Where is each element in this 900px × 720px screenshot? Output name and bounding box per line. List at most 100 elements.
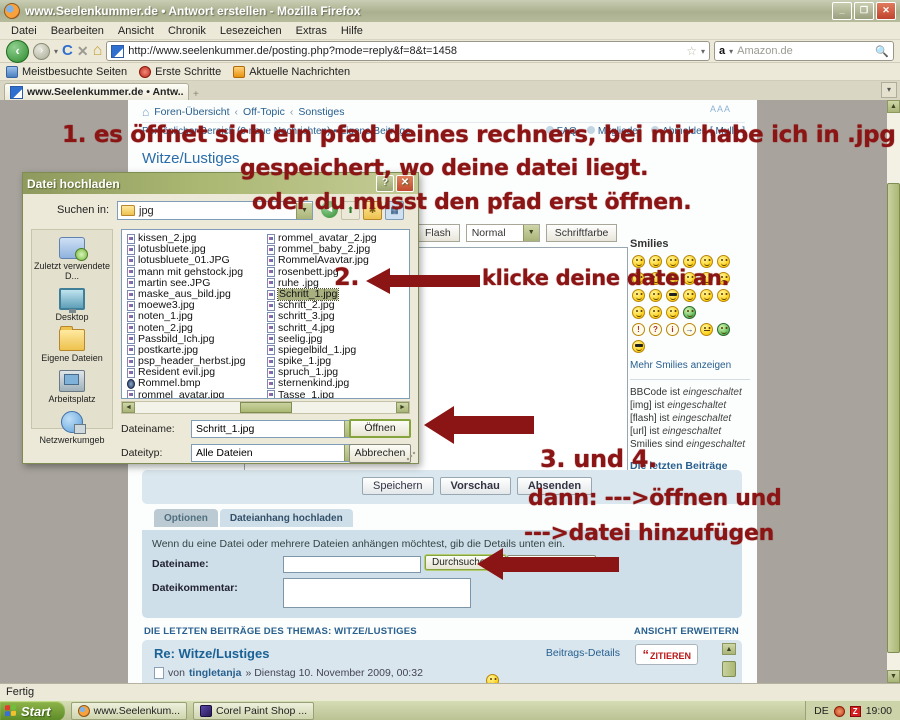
breadcrumb-link-foren-übersicht[interactable]: Foren-Übersicht [154, 106, 229, 118]
smiley-icon[interactable] [666, 306, 679, 319]
font-size-widget[interactable]: AAA [710, 104, 731, 114]
font-color-button[interactable]: Schriftfarbe [546, 224, 618, 242]
tab-seelenkummer[interactable]: www.Seelenkummer.de • Antw... [4, 83, 189, 100]
smiley-icon[interactable] [717, 289, 730, 302]
forward-button[interactable]: › [33, 43, 50, 60]
places-item-netzwerkumgeb[interactable]: Netzwerkumgeb [32, 411, 112, 445]
menu-item-hilfe[interactable]: Hilfe [334, 23, 370, 39]
file-item[interactable]: rommel_avatar.jpg [127, 390, 267, 399]
stop-button[interactable]: ✕ [77, 43, 89, 60]
url-text[interactable]: http://www.seelenkummer.de/posting.php?m… [128, 45, 682, 57]
smiley-icon[interactable] [683, 306, 696, 319]
post-details-link[interactable]: Beitrags-Details [546, 647, 620, 659]
taskbar-task-www-seelenkum[interactable]: www.Seelenkum... [71, 702, 187, 720]
resize-grip[interactable] [406, 451, 416, 461]
tab-options[interactable]: Optionen [154, 509, 218, 527]
scroll-right-icon[interactable]: ► [396, 402, 409, 413]
scrollbar-thumb[interactable] [240, 402, 292, 413]
smiley-icon[interactable] [683, 289, 696, 302]
scroll-up-icon[interactable]: ▲ [887, 100, 900, 113]
file-item[interactable]: lotusbluete_01.JPG [127, 255, 267, 266]
search-icon[interactable]: 🔍 [875, 45, 889, 58]
restore-button[interactable]: ❐ [854, 2, 874, 20]
language-indicator[interactable]: DE [814, 705, 829, 717]
bookmark-aktuelle-nachrichten[interactable]: Aktuelle Nachrichten [233, 66, 350, 78]
smiley-icon[interactable] [632, 306, 645, 319]
scrollbar-thumb[interactable] [722, 661, 736, 677]
search-placeholder[interactable]: Amazon.de [737, 45, 871, 57]
expand-view-link[interactable]: ANSICHT ERWEITERN [634, 626, 739, 637]
file-list[interactable]: kissen_2.jpglotusbluete.jpglotusbluete_0… [121, 229, 410, 399]
smiley-icon[interactable] [632, 340, 645, 353]
smiley-icon[interactable] [666, 289, 679, 302]
file-item[interactable]: Rommel.bmp [127, 378, 267, 389]
places-item-desktop[interactable]: Desktop [32, 288, 112, 322]
menu-item-bearbeiten[interactable]: Bearbeiten [44, 23, 111, 39]
topic-review-scrollbar[interactable]: ▲ [722, 643, 736, 677]
file-item[interactable]: schritt_4.jpg [267, 323, 407, 334]
places-item-zuletzt-verwendete-d[interactable]: Zuletzt verwendete D... [32, 237, 112, 281]
bookmark-meistbesuchte-seiten[interactable]: Meistbesuchte Seiten [6, 66, 127, 78]
places-item-arbeitsplatz[interactable]: Arbeitsplatz [32, 370, 112, 404]
flash-button[interactable]: Flash [416, 224, 460, 242]
smiley-icon[interactable] [649, 289, 662, 302]
file-item[interactable]: noten_1.jpg [127, 311, 267, 322]
menu-item-chronik[interactable]: Chronik [161, 23, 213, 39]
scroll-up-icon[interactable]: ▲ [722, 643, 736, 655]
post-title-link[interactable]: Re: Witze/Lustiges [154, 646, 269, 661]
smiley-icon[interactable] [700, 289, 713, 302]
file-item[interactable]: noten_2.jpg [127, 323, 267, 334]
scrollbar-thumb[interactable] [887, 183, 900, 653]
smiley-icon[interactable] [632, 289, 645, 302]
file-item[interactable]: Tasse_1.jpg [267, 390, 407, 399]
more-smilies-link[interactable]: Mehr Smilies anzeigen [630, 360, 750, 371]
reload-button[interactable]: C [62, 41, 73, 61]
minimize-button[interactable]: _ [832, 2, 852, 20]
smiley-icon[interactable]: ! [632, 323, 645, 336]
back-button[interactable]: ‹ [6, 40, 29, 63]
search-bar[interactable]: a ▾ Amazon.de 🔍 [714, 41, 894, 61]
close-button[interactable]: ✕ [876, 2, 896, 20]
url-bar[interactable]: http://www.seelenkummer.de/posting.php?m… [106, 41, 710, 61]
bookmark-star-icon[interactable]: ☆ [686, 44, 697, 58]
tab-attachment-upload[interactable]: Dateianhang hochladen [220, 509, 353, 527]
smiley-icon[interactable]: i [666, 323, 679, 336]
file-item[interactable]: sternenkind.jpg [267, 378, 407, 389]
smiley-icon[interactable]: ? [649, 323, 662, 336]
history-dropdown-icon[interactable]: ▾ [54, 47, 58, 56]
filename-input[interactable] [283, 556, 421, 573]
quote-button[interactable]: ZITIEREN [635, 644, 698, 665]
url-dropdown-icon[interactable]: ▾ [701, 47, 705, 56]
places-item-eigene-dateien[interactable]: Eigene Dateien [32, 329, 112, 363]
breadcrumb-link-sonstiges[interactable]: Sonstiges [298, 106, 344, 118]
menu-item-datei[interactable]: Datei [4, 23, 44, 39]
menu-item-ansicht[interactable]: Ansicht [111, 23, 161, 39]
breadcrumb-link-off-topic[interactable]: Off-Topic [243, 106, 285, 118]
search-engine-icon[interactable]: a [719, 45, 725, 57]
chevron-down-icon[interactable]: ▼ [523, 225, 539, 241]
bookmark-erste-schritte[interactable]: Erste Schritte [139, 66, 221, 78]
zonealarm-icon[interactable]: Z [850, 706, 861, 717]
tab-list-dropdown-icon[interactable]: ▾ [881, 82, 897, 98]
dialog-filename-combo[interactable]: Schritt_1.jpg ▼ [191, 420, 361, 438]
menu-item-extras[interactable]: Extras [289, 23, 334, 39]
save-button[interactable]: Speichern [362, 477, 434, 495]
new-tab-button[interactable]: + [193, 89, 199, 100]
scroll-left-icon[interactable]: ◄ [122, 402, 135, 413]
cancel-button[interactable]: Abbrechen [349, 444, 411, 463]
smiley-icon[interactable] [700, 323, 713, 336]
menu-item-lesezeichen[interactable]: Lesezeichen [213, 23, 289, 39]
smiley-icon[interactable]: → [683, 323, 696, 336]
search-engine-dropdown-icon[interactable]: ▾ [729, 47, 733, 56]
horizontal-scrollbar[interactable]: ◄ ► [121, 401, 410, 414]
scroll-down-icon[interactable]: ▼ [887, 670, 900, 683]
comment-textarea[interactable] [283, 578, 471, 608]
start-button[interactable]: Start [0, 701, 65, 720]
tray-app-icon[interactable] [834, 706, 845, 717]
open-button[interactable]: Öffnen [349, 419, 411, 438]
smiley-icon[interactable] [717, 323, 730, 336]
taskbar-task-corel-paint-shop[interactable]: Corel Paint Shop ... [193, 702, 314, 720]
file-item[interactable]: schritt_3.jpg [267, 311, 407, 322]
preview-button[interactable]: Vorschau [440, 477, 511, 495]
window-scrollbar[interactable]: ▲ ▼ [887, 100, 900, 683]
